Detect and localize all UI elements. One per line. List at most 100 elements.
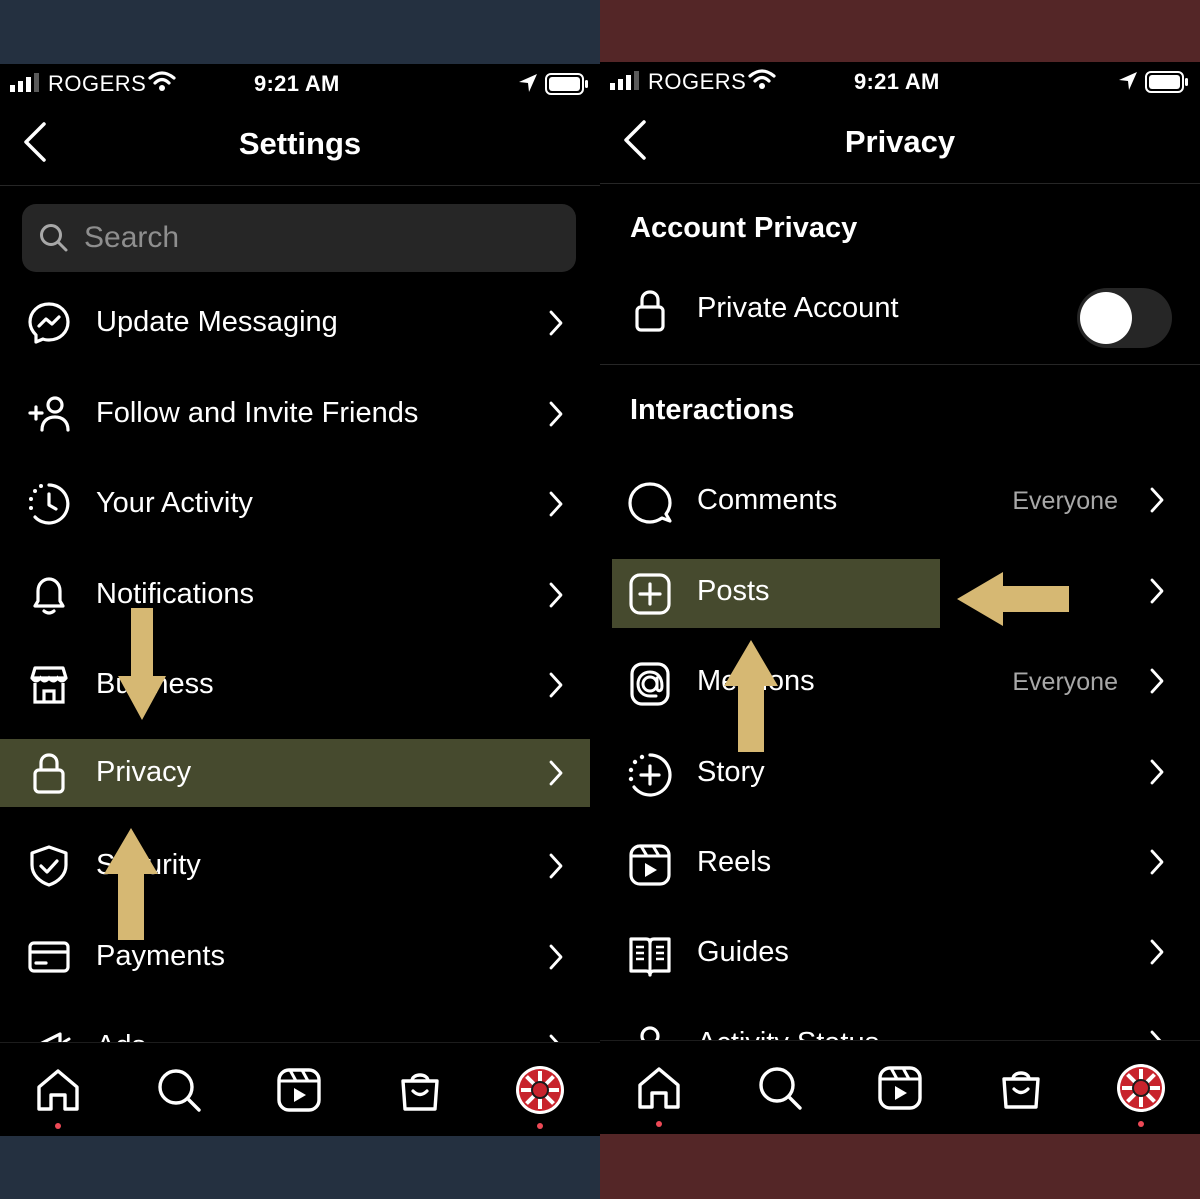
- credit-card-icon: [28, 941, 70, 973]
- privacy-item-label: Guides: [697, 936, 789, 968]
- frame-top-band: [600, 0, 1200, 62]
- profile-avatar[interactable]: [515, 1065, 565, 1115]
- settings-screen: ROGERS 9:21 AM Settings Search Update Me…: [0, 0, 600, 1199]
- signal-icon: [610, 71, 639, 90]
- battery-icon: [545, 73, 588, 95]
- shop-icon[interactable]: [996, 1063, 1046, 1113]
- signal-icon: [10, 73, 39, 92]
- toggle-knob: [1080, 292, 1132, 344]
- home-icon[interactable]: [634, 1063, 684, 1113]
- add-person-icon: [28, 396, 70, 432]
- section-heading-interactions: Interactions: [630, 394, 795, 426]
- story-plus-icon: [628, 753, 672, 797]
- up-arrow-annotation: [724, 640, 778, 752]
- settings-item-security[interactable]: Security: [0, 832, 590, 900]
- up-arrow-annotation: [104, 828, 158, 940]
- at-sign-icon: [630, 662, 670, 706]
- privacy-item-reels[interactable]: Reels: [600, 830, 1200, 898]
- lock-icon: [635, 290, 665, 332]
- settings-item-label: Payments: [96, 940, 225, 972]
- privacy-item-guides[interactable]: Guides: [600, 920, 1200, 988]
- page-title: Privacy: [844, 124, 956, 159]
- carrier-label: ROGERS: [48, 71, 147, 96]
- settings-item-payments[interactable]: Payments: [0, 923, 590, 991]
- section-divider: [600, 364, 1200, 365]
- frame-bottom-band: [600, 1134, 1200, 1199]
- shop-icon[interactable]: [395, 1065, 445, 1115]
- chevron-right-icon: [1150, 487, 1164, 513]
- chevron-right-icon: [1150, 578, 1164, 604]
- status-bar: ROGERS 9:21 AM: [600, 62, 1200, 102]
- notification-dot: [656, 1121, 662, 1127]
- page-title: Settings: [238, 126, 362, 161]
- notification-dot: [1138, 1121, 1144, 1127]
- lock-icon: [33, 753, 65, 794]
- shop-icon: [30, 666, 68, 704]
- settings-item-notifications[interactable]: Notifications: [0, 561, 590, 629]
- chevron-right-icon: [549, 672, 563, 698]
- privacy-item-label: Reels: [697, 846, 772, 878]
- chevron-right-icon: [549, 401, 563, 427]
- frame-bottom-band: [0, 1136, 600, 1199]
- privacy-item-value: Everyone: [1012, 487, 1118, 515]
- activity-clock-icon: [29, 483, 70, 525]
- settings-item-label: Notifications: [96, 578, 254, 610]
- chevron-right-icon: [1150, 849, 1164, 875]
- left-arrow-annotation: [957, 572, 1069, 626]
- settings-item-business[interactable]: Business: [0, 651, 590, 719]
- chevron-right-icon: [549, 853, 563, 879]
- chevron-right-icon: [1150, 939, 1164, 965]
- settings-item-your-activity[interactable]: Your Activity: [0, 470, 590, 538]
- settings-item-update-messaging[interactable]: Update Messaging: [0, 289, 590, 357]
- reels-icon[interactable]: [274, 1065, 324, 1115]
- settings-item-label: Privacy: [96, 756, 192, 788]
- privacy-item-value: Everyone: [1012, 668, 1118, 696]
- bottom-tab-bar: [0, 1042, 600, 1136]
- search-icon: [40, 224, 68, 252]
- section-heading-account-privacy: Account Privacy: [630, 212, 858, 244]
- settings-item-privacy[interactable]: Privacy: [0, 739, 590, 807]
- privacy-item-label: Posts: [697, 575, 770, 607]
- privacy-screen: ROGERS 9:21 AM Privacy Account Privacy P…: [600, 0, 1200, 1199]
- settings-header: Settings: [0, 104, 600, 186]
- privacy-item-story[interactable]: Story: [600, 740, 1200, 808]
- clock: 9:21 AM: [854, 69, 940, 94]
- clock: 9:21 AM: [254, 71, 340, 96]
- location-icon: [1119, 72, 1137, 90]
- settings-item-label: Update Messaging: [96, 306, 338, 338]
- location-icon: [519, 74, 537, 92]
- plus-square-icon: [629, 573, 671, 615]
- privacy-item-label: Comments: [697, 484, 838, 516]
- home-icon[interactable]: [33, 1065, 83, 1115]
- chevron-right-icon: [549, 944, 563, 970]
- battery-icon: [1145, 71, 1188, 93]
- search-placeholder: Search: [84, 221, 180, 254]
- guides-icon: [629, 937, 671, 977]
- privacy-item-posts[interactable]: Posts: [600, 559, 1200, 627]
- privacy-header: Privacy: [600, 102, 1200, 184]
- notification-dot: [537, 1123, 543, 1129]
- search-icon[interactable]: [154, 1065, 204, 1115]
- comment-icon: [628, 482, 672, 524]
- profile-avatar[interactable]: [1116, 1063, 1166, 1113]
- wifi-icon: [748, 69, 776, 89]
- private-account-toggle[interactable]: [1077, 288, 1172, 348]
- notification-dot: [55, 1123, 61, 1129]
- search-icon[interactable]: [755, 1063, 805, 1113]
- chevron-right-icon: [549, 491, 563, 517]
- reels-icon[interactable]: [875, 1063, 925, 1113]
- wifi-icon: [148, 71, 176, 91]
- bottom-tab-bar: [600, 1040, 1200, 1134]
- shield-check-icon: [30, 845, 68, 887]
- privacy-item-comments[interactable]: Comments Everyone: [600, 468, 1200, 536]
- frame-top-band: [0, 0, 600, 64]
- down-arrow-annotation: [118, 608, 166, 720]
- search-input[interactable]: Search: [22, 204, 576, 272]
- settings-item-follow-invite[interactable]: Follow and Invite Friends: [0, 380, 590, 448]
- reels-icon: [629, 844, 671, 886]
- privacy-item-mentions[interactable]: Mentions Everyone: [600, 649, 1200, 717]
- chevron-right-icon: [1150, 759, 1164, 785]
- chevron-right-icon: [1150, 668, 1164, 694]
- carrier-label: ROGERS: [648, 69, 747, 94]
- settings-item-label: Your Activity: [96, 487, 253, 519]
